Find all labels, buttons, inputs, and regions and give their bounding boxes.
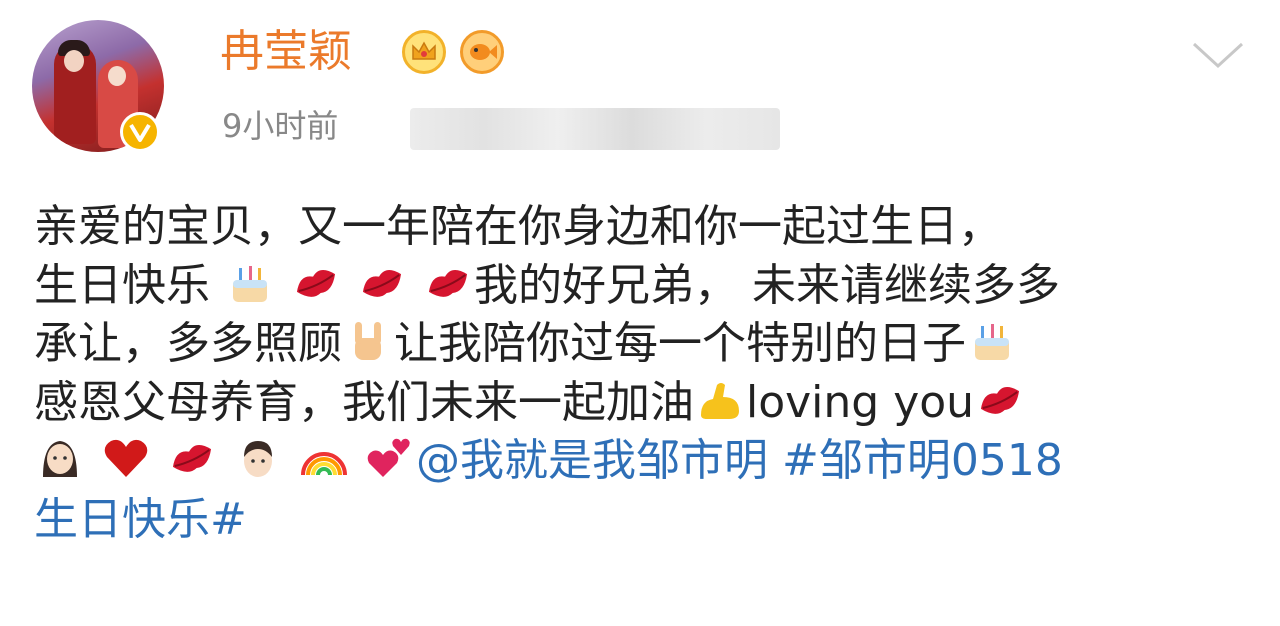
mention-link[interactable]: @我就是我邹市明 [416,435,768,486]
man-icon [244,441,272,477]
cake-icon [233,265,267,302]
cake-icon [975,324,1009,360]
weibo-post: 冉莹颖 9小时前 亲爱的宝贝，又一年陪在你身边和你一起过生日， 生日快乐 我的好… [0,0,1280,626]
verified-icon [120,112,160,152]
rainbow-icon [301,452,347,476]
revolving-hearts-icon [367,438,410,477]
content-line: 生日快乐 我的好兄弟， 未来请继续多多 [34,259,1060,311]
post-time: 9小时前 [222,107,339,145]
hashtag-link-end[interactable]: 生日快乐# [34,494,247,545]
rock-hand-icon [355,322,381,360]
kiss-lips-icon [296,269,336,297]
blurred-source [410,108,780,150]
username[interactable]: 冉莹颖 [220,24,352,80]
kiss-lips-icon [172,445,212,472]
kiss-lips-icon [428,269,468,297]
chevron-down-icon[interactable] [1190,40,1246,70]
content-line: 生日快乐# [34,491,1254,550]
content-line: 承让，多多照顾 让我陪你过每一个特别的日子 [34,315,1254,374]
kiss-lips-icon [362,269,402,297]
hashtag-link[interactable]: #邹市明0518 [782,435,1063,486]
woman-icon [43,441,77,477]
fish-badge-icon[interactable] [460,30,504,74]
flexed-biceps-icon [701,382,739,419]
crown-badge-icon[interactable] [402,30,446,74]
content-line: 感恩父母养育，我们未来一起加油 loving you [34,374,1254,433]
red-heart-icon [104,439,148,477]
content-line: @我就是我邹市明 #邹市明0518 [34,432,1254,491]
kiss-lips-icon [981,386,1020,414]
post-content: 亲爱的宝贝，又一年陪在你身边和你一起过生日， 生日快乐 我的好兄弟， 未来请继续… [34,198,1254,549]
content-line: 亲爱的宝贝，又一年陪在你身边和你一起过生日， [34,201,1002,252]
